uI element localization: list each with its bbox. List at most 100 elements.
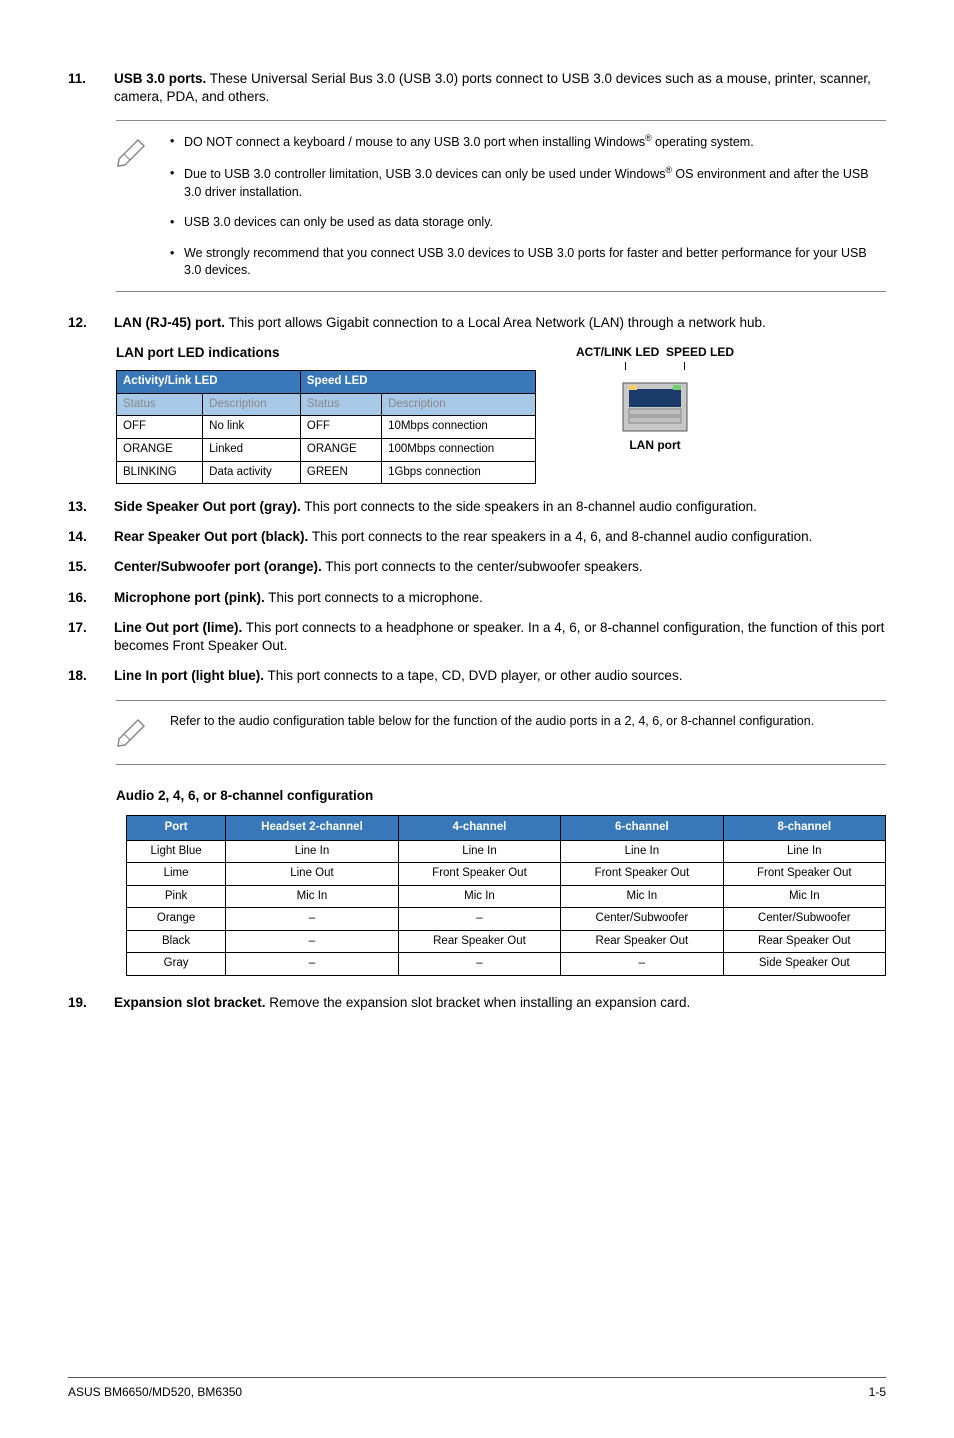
led-label: SPEED LED [666,345,734,359]
table-cell: Rear Speaker Out [561,930,723,953]
table-cell: Front Speaker Out [561,863,723,886]
item-number: 16. [68,589,114,607]
table-cell: Line In [398,840,560,863]
table-cell: – [561,953,723,976]
note-text: Refer to the audio configuration table b… [170,713,886,752]
table-cell: Front Speaker Out [723,863,885,886]
footer-right: 1-5 [869,1384,886,1400]
table-cell: – [226,908,399,931]
item-title: Line Out port (lime). [114,620,242,635]
item-number: 14. [68,528,114,546]
table-cell: – [226,953,399,976]
item-14: 14. Rear Speaker Out port (black). This … [68,528,886,546]
table-cell: Mic In [723,885,885,908]
item-text: This port connects to a tape, CD, DVD pl… [264,668,682,683]
table-row: Black–Rear Speaker OutRear Speaker OutRe… [127,930,886,953]
table-cell: Center/Subwoofer [561,908,723,931]
audio-heading: Audio 2, 4, 6, or 8-channel configuratio… [116,787,886,805]
item-title: Side Speaker Out port (gray). [114,499,301,514]
col-header: Headset 2-channel [226,815,399,840]
table-cell: Line In [561,840,723,863]
item-body: Line Out port (lime). This port connects… [114,619,886,655]
lan-table-wrap: LAN port LED indications Activity/Link L… [116,344,536,484]
table-row: OFFNo linkOFF10Mbps connection [117,416,536,439]
table-cell: – [398,953,560,976]
table-row: Gray–––Side Speaker Out [127,953,886,976]
item-text: Remove the expansion slot bracket when i… [266,995,691,1010]
sub-header: Status [117,393,203,416]
item-18: 18. Line In port (light blue). This port… [68,667,886,685]
band-header: Speed LED [300,371,535,394]
table-cell: Mic In [561,885,723,908]
table-row: BLINKINGData activityGREEN1Gbps connecti… [117,461,536,484]
col-header: 6-channel [561,815,723,840]
table-cell: Rear Speaker Out [723,930,885,953]
table-cell: Pink [127,885,226,908]
item-title: Line In port (light blue). [114,668,264,683]
note-block-usb: DO NOT connect a keyboard / mouse to any… [116,120,886,292]
table-cell: Gray [127,953,226,976]
item-13: 13. Side Speaker Out port (gray). This p… [68,498,886,516]
table-cell: Front Speaker Out [398,863,560,886]
item-number: 15. [68,558,114,576]
audio-table: Port Headset 2-channel 4-channel 6-chann… [126,815,886,976]
col-header: 4-channel [398,815,560,840]
pencil-icon [116,713,170,752]
item-text: This port allows Gigabit connection to a… [225,315,766,330]
item-19: 19. Expansion slot bracket. Remove the e… [68,994,886,1012]
item-body: Center/Subwoofer port (orange). This por… [114,558,886,576]
item-text: This port connects to a microphone. [265,590,483,605]
note-bullet: We strongly recommend that you connect U… [170,245,886,279]
item-title: USB 3.0 ports. [114,71,206,86]
item-11: 11. USB 3.0 ports. These Universal Seria… [68,70,886,106]
table-cell: Side Speaker Out [723,953,885,976]
item-title: LAN (RJ-45) port. [114,315,225,330]
item-title: Expansion slot bracket. [114,995,266,1010]
lan-table: Activity/Link LEDSpeed LED Status Descrip… [116,370,536,484]
table-header-row: Port Headset 2-channel 4-channel 6-chann… [127,815,886,840]
item-text: This port connects to the center/subwoof… [322,559,643,574]
item-number: 19. [68,994,114,1012]
table-cell: Center/Subwoofer [723,908,885,931]
note-bullet: Due to USB 3.0 controller limitation, US… [170,165,886,200]
table-cell: Mic In [226,885,399,908]
table-cell: Black [127,930,226,953]
item-title: Rear Speaker Out port (black). [114,529,308,544]
item-body: Rear Speaker Out port (black). This port… [114,528,886,546]
sub-header: Description [382,393,536,416]
item-15: 15. Center/Subwoofer port (orange). This… [68,558,886,576]
item-body: Expansion slot bracket. Remove the expan… [114,994,886,1012]
lan-heading: LAN port LED indications [116,344,536,362]
item-title: Center/Subwoofer port (orange). [114,559,322,574]
col-header: Port [127,815,226,840]
col-header: 8-channel [723,815,885,840]
item-number: 11. [68,70,114,106]
table-row: Light BlueLine InLine InLine InLine In [127,840,886,863]
item-body: Line In port (light blue). This port con… [114,667,886,685]
item-text: These Universal Serial Bus 3.0 (USB 3.0)… [114,71,871,104]
lan-diagram: ACT/LINK LED SPEED LED LAN port [576,344,734,484]
item-body: USB 3.0 ports. These Universal Serial Bu… [114,70,886,106]
band-header: Activity/Link LED [117,371,301,394]
table-row: PinkMic InMic InMic InMic In [127,885,886,908]
item-text: This port connects to the rear speakers … [308,529,812,544]
table-cell: Mic In [398,885,560,908]
led-label: ACT/LINK LED [576,345,659,359]
footer-left: ASUS BM6650/MD520, BM6350 [68,1384,242,1400]
table-cell: Line In [723,840,885,863]
table-cell: Rear Speaker Out [398,930,560,953]
table-cell: Orange [127,908,226,931]
item-number: 17. [68,619,114,655]
tick-icon [625,362,626,370]
page-footer: ASUS BM6650/MD520, BM6350 1-5 [68,1377,886,1400]
note-block-audio: Refer to the audio configuration table b… [116,700,886,765]
table-cell: – [398,908,560,931]
item-17: 17. Line Out port (lime). This port conn… [68,619,886,655]
rj45-port-icon [621,381,689,433]
note-bullet: USB 3.0 devices can only be used as data… [170,214,886,231]
item-16: 16. Microphone port (pink). This port co… [68,589,886,607]
port-label: LAN port [576,437,734,453]
table-cell: – [226,930,399,953]
table-row: Activity/Link LEDSpeed LED [117,371,536,394]
table-cell: Lime [127,863,226,886]
